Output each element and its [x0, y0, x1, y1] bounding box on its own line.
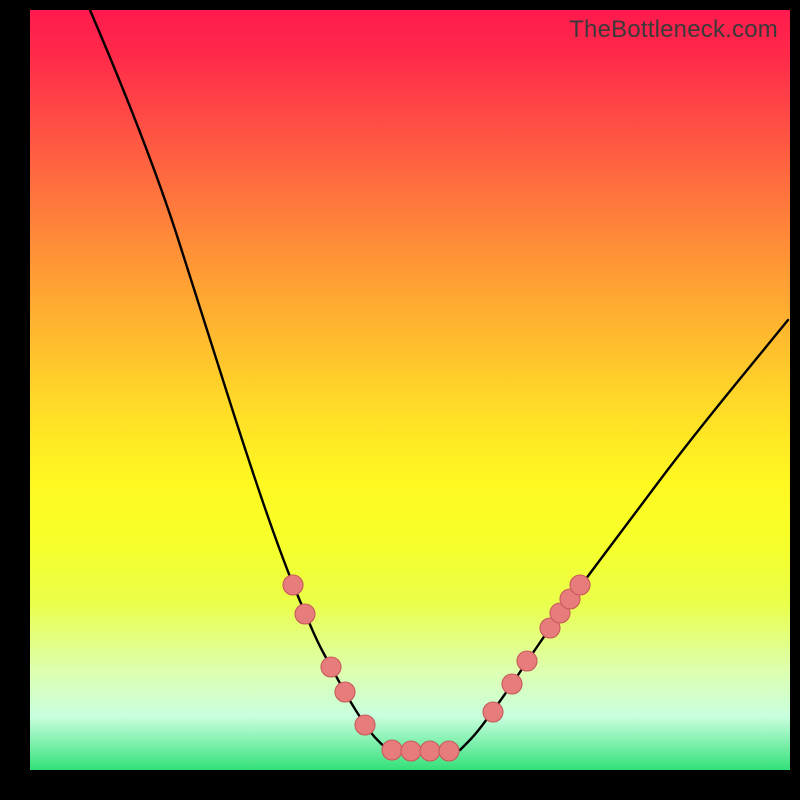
data-marker: [335, 682, 355, 702]
data-marker: [401, 741, 421, 761]
data-marker: [283, 575, 303, 595]
plot-area: TheBottleneck.com: [30, 10, 790, 770]
data-marker: [321, 657, 341, 677]
data-marker: [295, 604, 315, 624]
data-marker: [483, 702, 503, 722]
curve-group: [90, 10, 788, 750]
data-marker: [570, 575, 590, 595]
data-marker: [502, 674, 522, 694]
data-marker: [355, 715, 375, 735]
data-marker: [382, 740, 402, 760]
data-marker: [420, 741, 440, 761]
data-marker: [439, 741, 459, 761]
markers-group: [283, 575, 590, 761]
chart-frame: TheBottleneck.com: [0, 0, 800, 800]
data-marker: [517, 651, 537, 671]
bottleneck-curve: [90, 10, 788, 750]
bottleneck-chart: [30, 10, 790, 770]
